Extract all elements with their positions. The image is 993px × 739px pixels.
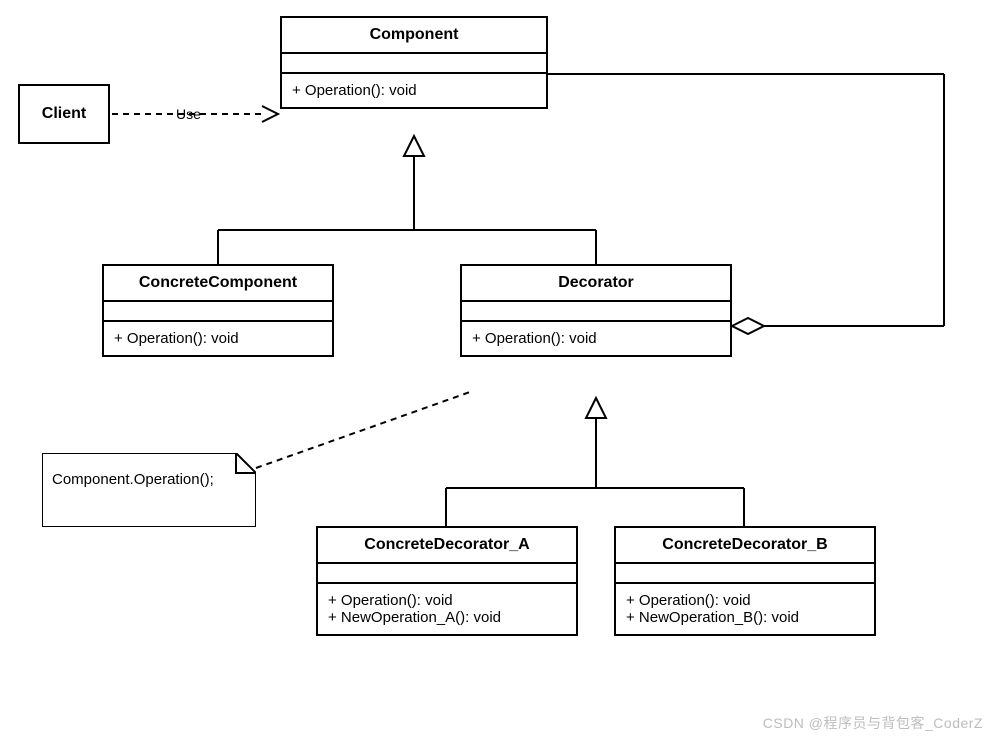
class-concrete-decorator-a: ConcreteDecorator_A + Operation(): void … <box>316 526 578 636</box>
op: + Operation(): void <box>472 330 720 347</box>
class-concrete-decorator-b-attrs <box>616 564 874 584</box>
class-component-attrs <box>282 54 546 74</box>
uml-note: Component.Operation(); <box>42 453 256 527</box>
class-client: Client <box>18 84 110 144</box>
class-concrete-component-ops: + Operation(): void <box>104 322 332 355</box>
op: + NewOperation_A(): void <box>328 609 566 626</box>
class-concrete-component: ConcreteComponent + Operation(): void <box>102 264 334 357</box>
class-component-name: Component <box>282 18 546 54</box>
class-concrete-decorator-a-name: ConcreteDecorator_A <box>318 528 576 564</box>
class-concrete-component-attrs <box>104 302 332 322</box>
class-client-name: Client <box>42 105 86 123</box>
relation-use-label: Use <box>172 106 205 122</box>
class-component-ops: + Operation(): void <box>282 74 546 107</box>
uml-note-text: Component.Operation(); <box>42 453 256 498</box>
watermark: CSDN @程序员与背包客_CoderZ <box>763 713 983 733</box>
class-decorator: Decorator + Operation(): void <box>460 264 732 357</box>
op: + NewOperation_B(): void <box>626 609 864 626</box>
class-decorator-ops: + Operation(): void <box>462 322 730 355</box>
class-concrete-component-name: ConcreteComponent <box>104 266 332 302</box>
class-concrete-decorator-a-ops: + Operation(): void + NewOperation_A(): … <box>318 584 576 634</box>
op: + Operation(): void <box>328 592 566 609</box>
op: + Operation(): void <box>114 330 322 347</box>
uml-canvas: Client Component + Operation(): void Con… <box>0 0 993 739</box>
op: + Operation(): void <box>292 82 536 99</box>
class-concrete-decorator-a-attrs <box>318 564 576 584</box>
class-concrete-decorator-b: ConcreteDecorator_B + Operation(): void … <box>614 526 876 636</box>
class-decorator-attrs <box>462 302 730 322</box>
op: + Operation(): void <box>626 592 864 609</box>
class-decorator-name: Decorator <box>462 266 730 302</box>
class-concrete-decorator-b-name: ConcreteDecorator_B <box>616 528 874 564</box>
class-concrete-decorator-b-ops: + Operation(): void + NewOperation_B(): … <box>616 584 874 634</box>
class-component: Component + Operation(): void <box>280 16 548 109</box>
